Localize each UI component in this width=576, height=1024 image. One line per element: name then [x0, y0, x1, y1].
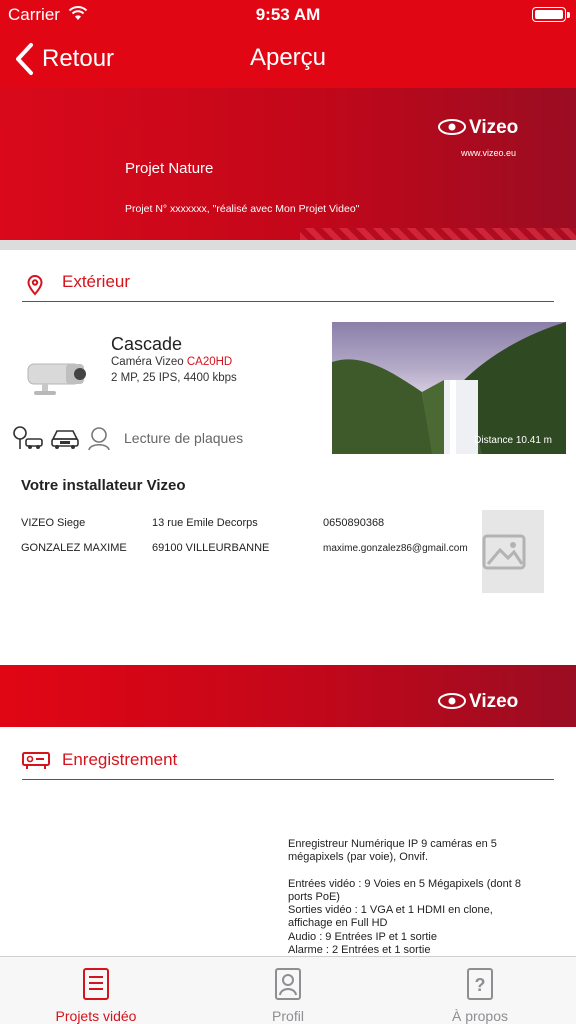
clock: 9:53 AM [255, 5, 321, 24]
recording-line: Enregistreur Numérique IP 9 caméras en 5 [288, 838, 497, 850]
tab-a-propos[interactable]: ? À propos [384, 957, 576, 1024]
image-placeholder-icon [482, 534, 526, 570]
exterior-section-title: Extérieur [62, 272, 131, 291]
camera-model-code: CA20HD [186, 356, 233, 368]
photo-distance: Distance 10.41 m [474, 435, 552, 446]
website-label: www.vizeo.eu [461, 148, 517, 158]
recording-line: affichage en Full HD [288, 917, 388, 930]
profile-icon [275, 968, 301, 1000]
navigation-bar: Retour Aperçu [0, 30, 576, 88]
recording-line: Entrées vidéo : 9 Voies en 5 Mégapixels … [288, 877, 521, 890]
tab-label: À propos [451, 1008, 509, 1024]
car-plate-icon [51, 430, 79, 449]
recording-section-title: Enregistrement [62, 750, 178, 769]
vizeo-logo-2: Vizeo [438, 688, 528, 719]
site-photo: Distance 10.41 m [332, 322, 566, 454]
vizeo-logo: Vizeo [438, 114, 528, 145]
vizeo-logo-2-text: Vizeo [469, 691, 518, 712]
status-bar: Carrier 9:53 AM [0, 0, 576, 30]
question-icon: ? [467, 968, 493, 1000]
divider-bar [0, 240, 576, 250]
exterior-section-header: Extérieur [22, 266, 554, 302]
recording-description: Enregistreur Numérique IP 9 caméras en 5… [288, 838, 538, 957]
svg-text:?: ? [475, 975, 486, 995]
banner-pattern [300, 228, 576, 240]
document-icon [83, 968, 109, 1000]
recording-line: Audio : 9 Entrées IP et 1 sortie [288, 930, 437, 943]
installer-title: Votre installateur Vizeo [21, 477, 186, 494]
tab-projets-video[interactable]: Projets vidéo [0, 957, 192, 1024]
tree-car-icon [13, 426, 43, 449]
camera-usage-icons: Lecture de plaques [12, 424, 243, 452]
location-pin-icon [27, 274, 43, 296]
tab-profil[interactable]: Profil [192, 957, 384, 1024]
tab-label: Profil [272, 1008, 304, 1024]
installer-phone[interactable]: 0650890368 [323, 517, 384, 529]
recording-line: Sorties vidéo : 1 VGA et 1 HDMI en clone… [288, 904, 493, 917]
camera-image [27, 363, 86, 395]
camera-model-prefix: Caméra Vizeo [111, 356, 184, 368]
recording-line [288, 865, 538, 878]
camera-model: Caméra Vizeo CA20HD [111, 356, 232, 368]
camera-name: Cascade [111, 334, 183, 354]
project-subtitle: Projet N° xxxxxxx, "réalisé avec Mon Pro… [125, 203, 360, 215]
installer-address-line2: 69100 VILLEURBANNE [152, 542, 270, 554]
installer-email[interactable]: maxime.gonzalez86@gmail.com [323, 543, 468, 554]
page-title: Aperçu [249, 44, 327, 71]
project-name: Projet Nature [125, 160, 214, 177]
recorder-icon [22, 752, 50, 769]
installer-contact: GONZALEZ MAXIME [21, 542, 127, 554]
tab-bar: Projets vidéo Profil ? À propos [0, 956, 576, 1024]
installer-photo-placeholder [482, 510, 544, 593]
recording-section-header: Enregistrement [22, 744, 554, 780]
battery-icon [532, 7, 570, 22]
installer-company: VIZEO Siege [21, 517, 86, 529]
project-banner: Vizeo www.vizeo.eu Projet Nature Projet … [0, 88, 576, 240]
vizeo-logo-text: Vizeo [469, 117, 518, 138]
recording-line: mégapixels (par voie), Onvif. [288, 851, 428, 864]
camera-specs: 2 MP, 25 IPS, 4400 kbps [111, 372, 237, 384]
installer-address-line1: 13 rue Emile Decorps [152, 517, 258, 529]
page-banner: Vizeo [0, 665, 576, 727]
usage-label: Lecture de plaques [124, 430, 244, 446]
recording-line: ports PoE) [288, 890, 340, 903]
person-face-icon [88, 427, 110, 451]
tab-label: Projets vidéo [55, 1008, 137, 1024]
